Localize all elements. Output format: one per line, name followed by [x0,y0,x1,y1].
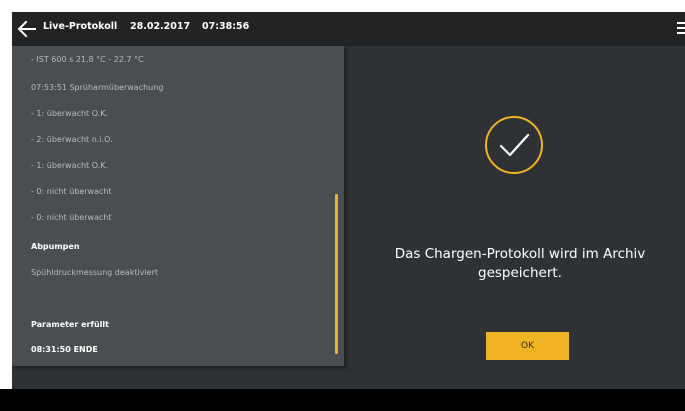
log-line: - 0: nicht überwacht [31,213,112,222]
header-time: 07:38:56 [202,21,250,32]
success-check-icon [485,116,543,174]
log-line: - 1: überwacht O.K. [31,109,109,118]
ok-button[interactable]: OK [486,332,569,360]
log-line: - IST 600 s 21.8 °C - 22.7 °C [31,55,144,64]
header-date: 28.02.2017 [130,21,191,32]
top-bar: Live-Protokoll 28.02.2017 07:38:56 [12,12,685,46]
log-scrollbar[interactable] [335,194,338,354]
log-section-heading: Parameter erfüllt [31,320,109,329]
bottom-strip [0,389,685,411]
message-line: gespeichert. [478,265,562,281]
log-line: - 1: überwacht O.K. [31,161,109,170]
back-arrow-icon[interactable] [16,18,38,40]
page-title: Live-Protokoll [43,21,118,32]
archive-message: Das Chargen-Protokoll wird im Archiv ges… [372,245,668,283]
app-screen: Live-Protokoll 28.02.2017 07:38:56 - IST… [12,12,685,411]
message-line: Das Chargen-Protokoll wird im Archiv [394,246,646,262]
hamburger-menu-icon[interactable] [677,22,685,36]
log-line: 07:53:51 Sprüharmüberwachung [31,83,164,92]
log-line: - 0: nicht überwacht [31,187,112,196]
protocol-log-panel[interactable]: - IST 600 s 21.8 °C - 22.7 °C 07:53:51 S… [12,46,344,366]
log-end-line: 08:31:50 ENDE [31,345,98,354]
log-section-heading: Abpumpen [31,242,80,251]
log-line: - 2: überwacht n.i.O. [31,135,113,144]
log-line: Spühldruckmessung deaktiviert [31,268,158,277]
